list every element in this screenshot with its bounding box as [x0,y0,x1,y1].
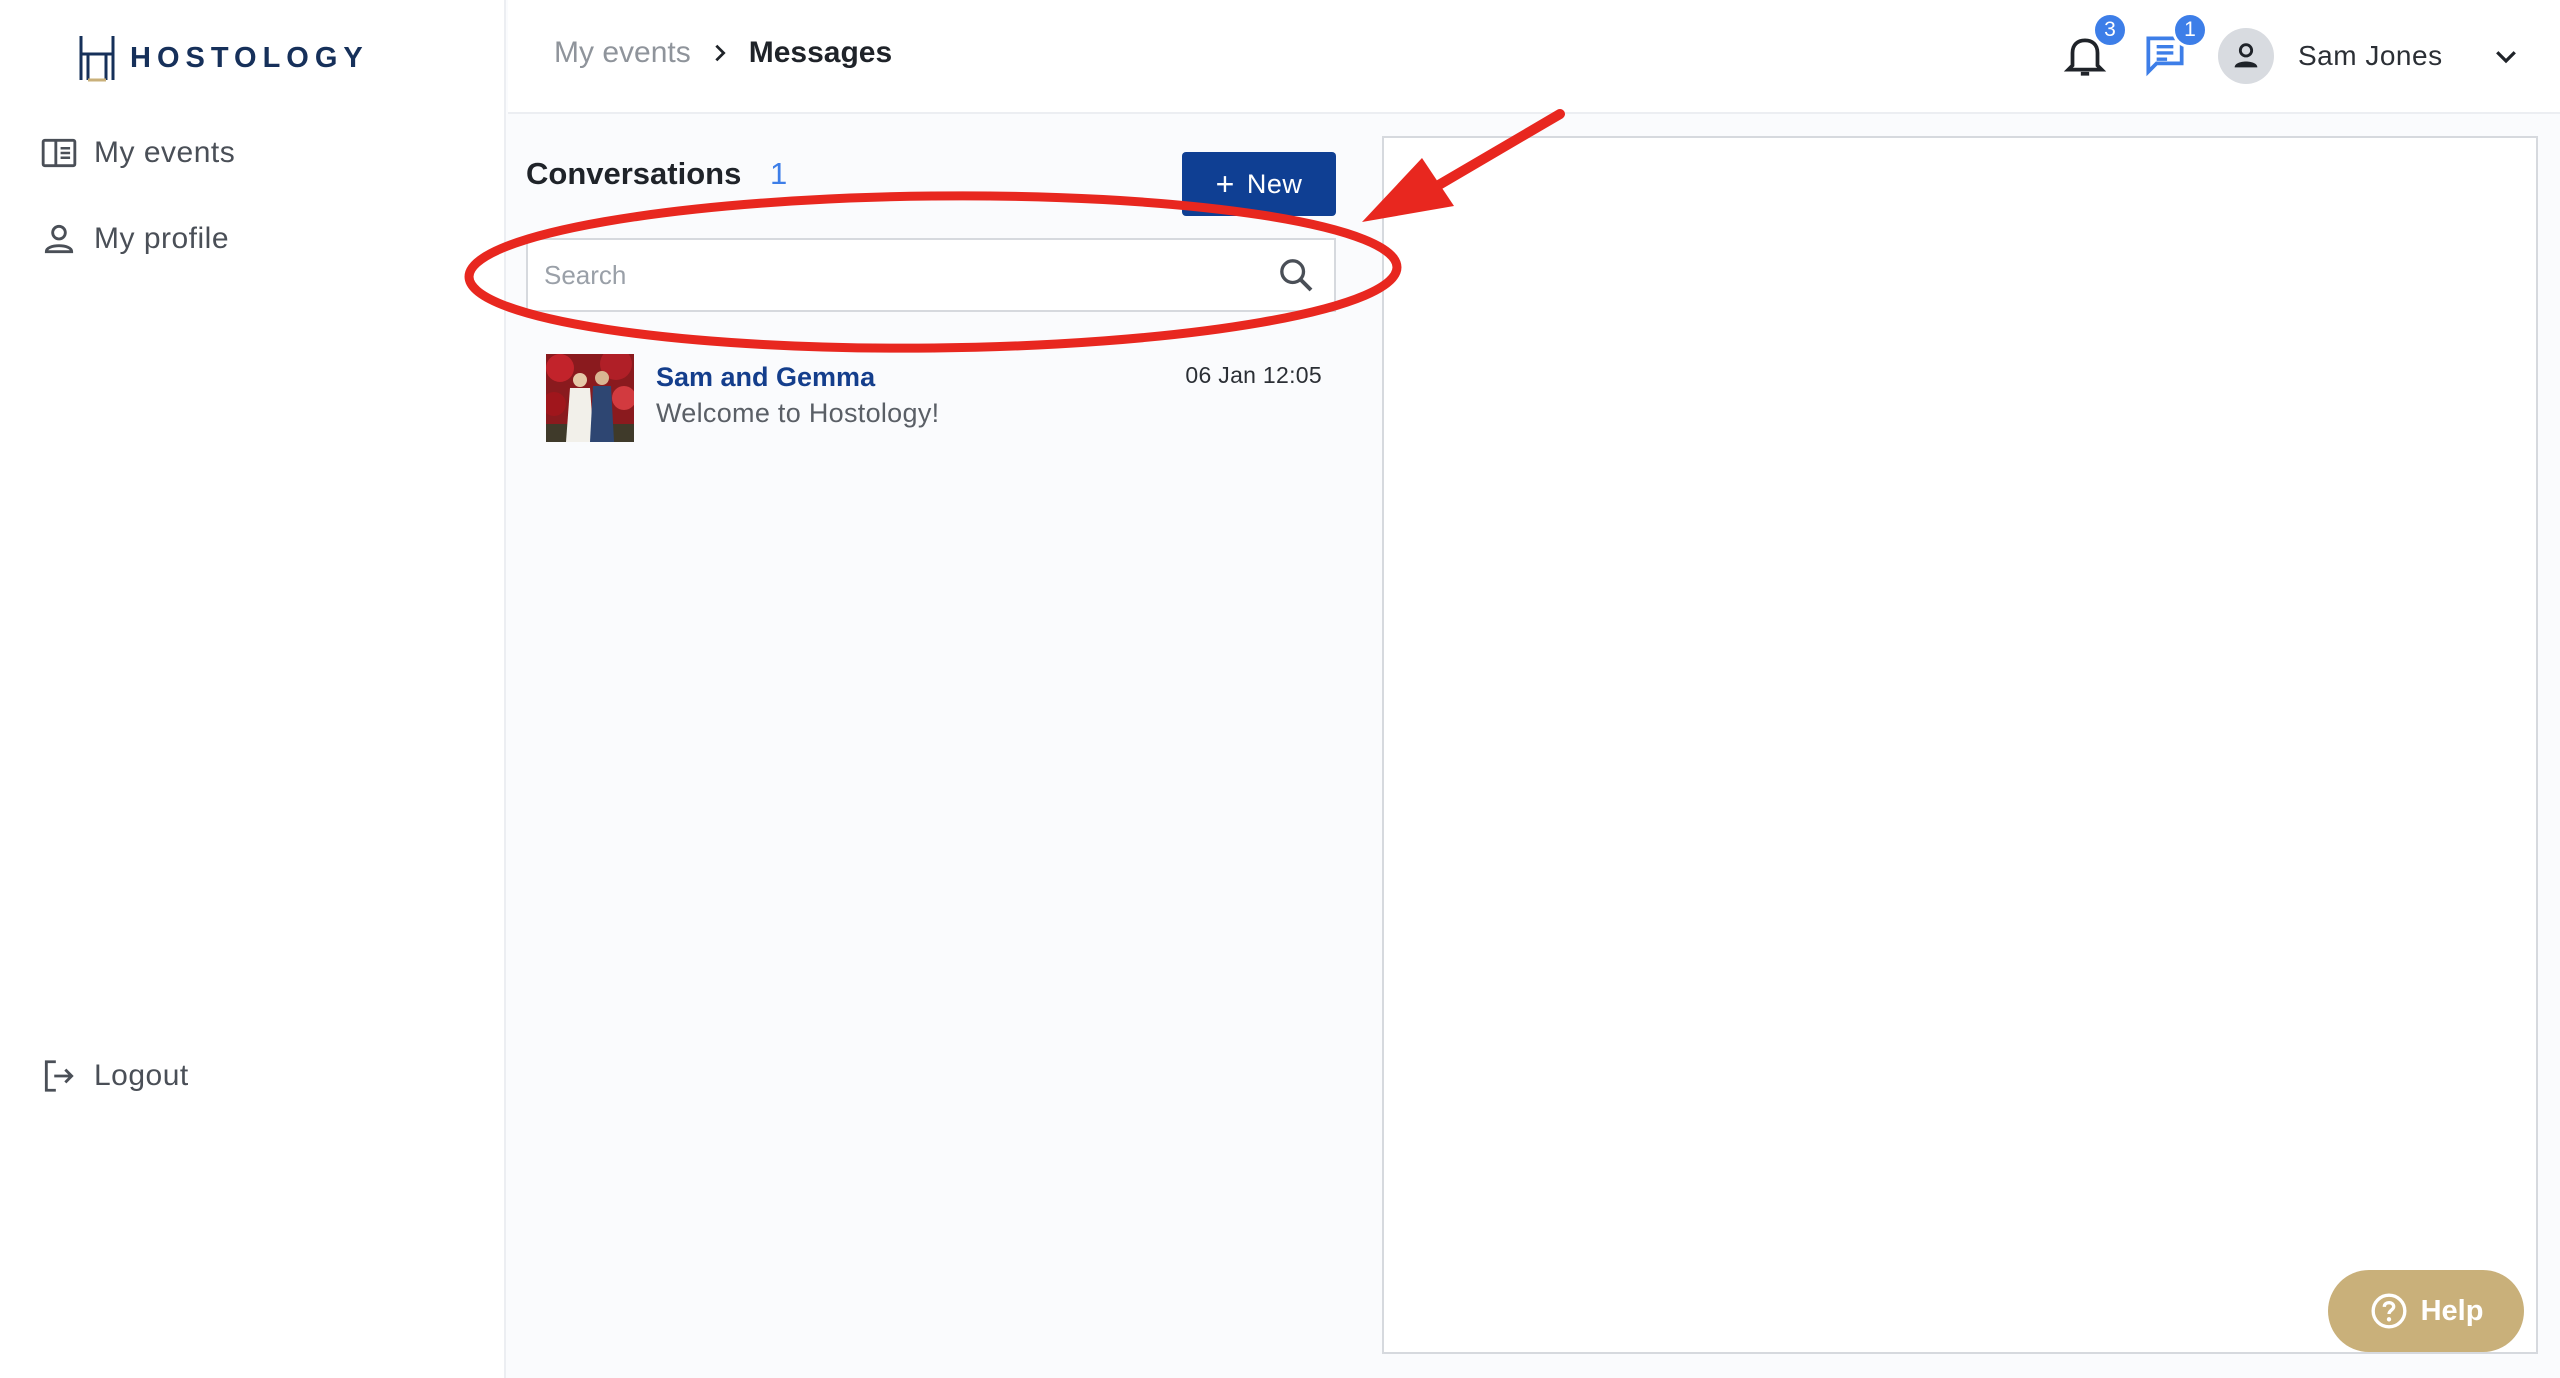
search-box [526,238,1336,312]
sidebar-item-label: Logout [94,1059,189,1092]
conversation-thumbnail [546,354,634,442]
plus-icon: + [1215,166,1235,202]
top-header: My events Messages 3 1 Sam Jones [508,0,2560,114]
user-menu[interactable]: Sam Jones [2218,28,2521,84]
logo[interactable]: HOSTOLOGY [78,34,369,82]
sidebar-item-my-events[interactable]: My events [40,134,235,172]
user-avatar-icon [2218,28,2274,84]
list-item[interactable]: Sam and Gemma Welcome to Hostology! 06 J… [546,354,1330,444]
conversations-panel: Conversations 1 + New Sam [508,116,1362,1378]
breadcrumb-my-events[interactable]: My events [554,36,691,70]
notifications-badge: 3 [2092,12,2128,48]
help-label: Help [2420,1294,2484,1327]
message-pane [1382,136,2538,1354]
user-name: Sam Jones [2298,40,2443,71]
book-open-icon [41,138,77,168]
sidebar-item-logout[interactable]: Logout [40,1057,189,1095]
chevron-right-icon [715,44,726,62]
logout-icon [44,1060,74,1092]
logo-mark-icon [79,36,115,82]
messages-badge: 1 [2172,12,2208,48]
sidebar-item-label: My profile [94,222,230,255]
conversation-time: 06 Jan 12:05 [1185,362,1322,388]
search-input[interactable] [528,240,1276,310]
help-button[interactable]: Help [2328,1270,2524,1352]
sidebar: HOSTOLOGY My events My profile Logout [0,0,506,1378]
breadcrumb-current: Messages [748,36,893,69]
search-icon[interactable] [1276,255,1316,295]
person-icon [44,224,74,254]
logo-text: HOSTOLOGY [130,41,369,74]
help-icon [2371,1293,2407,1329]
sidebar-item-my-profile[interactable]: My profile [40,220,229,258]
breadcrumb: My events Messages [554,36,892,70]
new-conversation-button[interactable]: + New [1182,152,1336,216]
conversations-count: 1 [770,156,788,191]
chevron-down-icon[interactable] [2491,41,2521,71]
conversation-preview: Welcome to Hostology! [656,398,940,428]
conversations-title: Conversations [526,156,742,191]
new-button-label: New [1246,168,1303,199]
messages-button[interactable]: 1 [2140,12,2208,80]
sidebar-item-label: My events [94,136,236,169]
conversation-name: Sam and Gemma [656,362,876,392]
notifications-button[interactable]: 3 [2060,12,2128,80]
